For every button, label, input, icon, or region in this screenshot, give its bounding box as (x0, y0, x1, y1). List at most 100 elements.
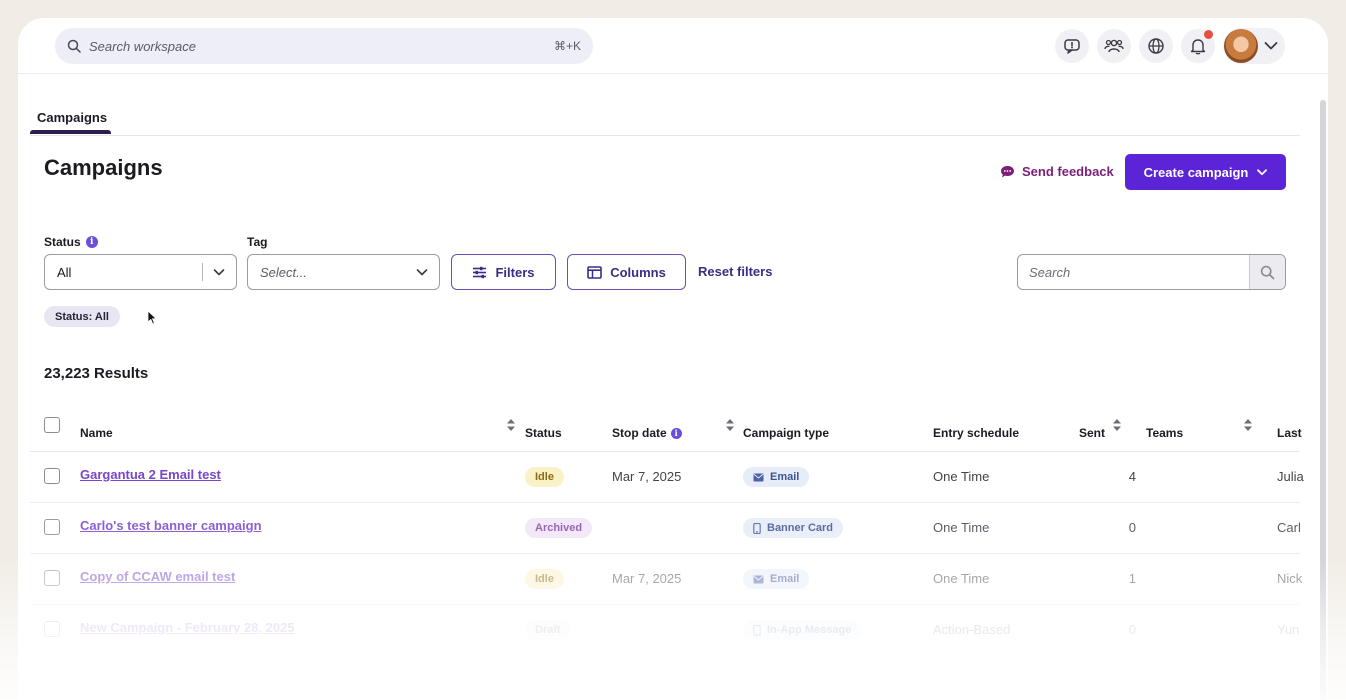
entry-schedule-cell: One Time (933, 469, 990, 484)
campaign-type-label: Email (770, 573, 800, 585)
sort-icon[interactable] (1243, 418, 1253, 432)
last-cell: Nick (1277, 571, 1303, 586)
active-filter-chip[interactable]: Status: All (44, 306, 120, 327)
tab-campaigns[interactable]: Campaigns (37, 110, 107, 125)
reset-filters-link[interactable]: Reset filters (698, 264, 772, 279)
mouse-cursor-icon (147, 310, 157, 325)
select-all-checkbox[interactable] (44, 417, 60, 433)
columns-button-label: Columns (610, 264, 666, 280)
tag-filter-label: Tag (247, 235, 267, 249)
globe-button[interactable] (1139, 29, 1173, 63)
notification-dot (1204, 30, 1213, 39)
feedback-alert-button[interactable] (1055, 29, 1089, 63)
table-row[interactable]: Copy of CCAW email test Idle Mar 7, 2025… (30, 554, 1303, 605)
table-header: Name Status Stop date i Campaign type En… (30, 408, 1302, 452)
chevron-down-icon (213, 269, 225, 276)
sent-cell: 1 (1128, 571, 1136, 586)
row-checkbox[interactable] (44, 519, 60, 535)
status-badge: Idle (525, 467, 564, 487)
tag-label-text: Tag (247, 235, 268, 249)
last-cell: Carl (1277, 520, 1301, 535)
sliders-icon (473, 266, 487, 278)
row-checkbox[interactable] (44, 621, 60, 637)
tag-select-placeholder: Select... (260, 264, 307, 280)
columns-button[interactable]: Columns (567, 254, 686, 290)
users-icon (1104, 39, 1124, 53)
active-tab-indicator (30, 130, 111, 134)
sort-icon[interactable] (725, 418, 735, 432)
status-badge: Idle (525, 569, 564, 589)
chat-bubble-icon (1001, 165, 1014, 177)
chevron-down-icon (1264, 42, 1278, 50)
workspace-search[interactable]: Search workspace ⌘+K (55, 28, 593, 64)
table-search[interactable]: Search (1017, 254, 1286, 290)
campaign-type-badge: Banner Card (743, 518, 844, 538)
row-checkbox[interactable] (44, 468, 60, 484)
select-divider (202, 263, 203, 281)
table-search-placeholder: Search (1029, 264, 1071, 280)
avatar (1224, 29, 1258, 63)
results-count: 23,223 Results (44, 365, 149, 382)
filters-button[interactable]: Filters (451, 254, 556, 290)
tab-divider (30, 135, 1300, 136)
sent-cell: 0 (1128, 622, 1136, 637)
entry-schedule-cell: Action-Based (933, 622, 1011, 637)
info-icon[interactable]: i (670, 427, 682, 439)
search-icon (1260, 265, 1275, 279)
stop-date-header-label: Stop date (612, 426, 667, 440)
chevron-down-icon (416, 269, 428, 276)
column-header-teams[interactable]: Teams (1146, 426, 1183, 440)
last-cell: Julia (1277, 469, 1304, 484)
create-campaign-label: Create campaign (1143, 164, 1249, 180)
globe-icon (1148, 38, 1164, 54)
table-search-button[interactable] (1249, 255, 1285, 289)
column-header-campaign-type[interactable]: Campaign type (743, 426, 829, 440)
send-feedback-link[interactable]: Send feedback (1000, 164, 1114, 179)
campaign-type-label: In-App Message (767, 624, 852, 636)
campaign-name-link[interactable]: Gargantua 2 Email test (80, 467, 221, 482)
status-badge: Draft (525, 620, 571, 640)
entry-schedule-cell: One Time (933, 520, 990, 535)
info-icon[interactable]: i (85, 236, 98, 248)
phone-icon (753, 624, 761, 636)
campaign-type-label: Email (770, 471, 800, 483)
row-checkbox[interactable] (44, 570, 60, 586)
column-header-sent[interactable]: Sent (1079, 426, 1105, 440)
column-header-status[interactable]: Status (525, 426, 562, 440)
account-menu[interactable] (1223, 28, 1285, 64)
notifications-button[interactable] (1181, 29, 1215, 63)
users-button[interactable] (1097, 29, 1131, 63)
sent-cell: 0 (1128, 520, 1136, 535)
column-header-entry-schedule[interactable]: Entry schedule (933, 426, 1019, 440)
app-window: Search workspace ⌘+K Campaigns Campaigns… (18, 18, 1328, 700)
table-row[interactable]: Carlo's test banner campaign Archived Ba… (30, 503, 1301, 554)
search-icon (67, 39, 81, 53)
create-campaign-button[interactable]: Create campaign (1125, 154, 1286, 190)
stop-date-cell: Mar 7, 2025 (612, 571, 682, 586)
campaign-name-link[interactable]: Carlo's test banner campaign (80, 518, 262, 533)
stop-date-cell: Mar 7, 2025 (612, 469, 682, 484)
table-row[interactable]: New Campaign - February 28, 2025 Draft I… (30, 605, 1300, 656)
status-select[interactable]: All (44, 254, 237, 290)
last-cell: Yun (1277, 622, 1300, 637)
column-header-stop-date[interactable]: Stop date i (612, 426, 682, 440)
campaign-type-label: Banner Card (767, 522, 834, 534)
sort-icon[interactable] (506, 418, 516, 432)
column-header-last[interactable]: Last (1277, 426, 1302, 440)
campaign-type-badge: Email (743, 569, 810, 589)
campaign-name-link[interactable]: New Campaign - February 28, 2025 (80, 620, 295, 635)
workspace-search-placeholder: Search workspace (89, 38, 196, 54)
campaign-type-badge: In-App Message (743, 620, 862, 640)
status-label-text: Status (44, 235, 81, 249)
table-row[interactable]: Gargantua 2 Email test Idle Mar 7, 2025 … (30, 452, 1304, 503)
tag-select[interactable]: Select... (247, 254, 440, 290)
campaign-name-link[interactable]: Copy of CCAW email test (80, 569, 235, 584)
sort-icon[interactable] (1112, 418, 1122, 432)
feedback-alert-icon (1064, 39, 1080, 54)
entry-schedule-cell: One Time (933, 571, 990, 586)
page-title: Campaigns (44, 155, 163, 180)
column-header-name[interactable]: Name (80, 426, 113, 440)
vertical-scrollbar[interactable] (1320, 100, 1326, 700)
filters-button-label: Filters (495, 264, 535, 280)
envelope-icon (753, 473, 764, 481)
